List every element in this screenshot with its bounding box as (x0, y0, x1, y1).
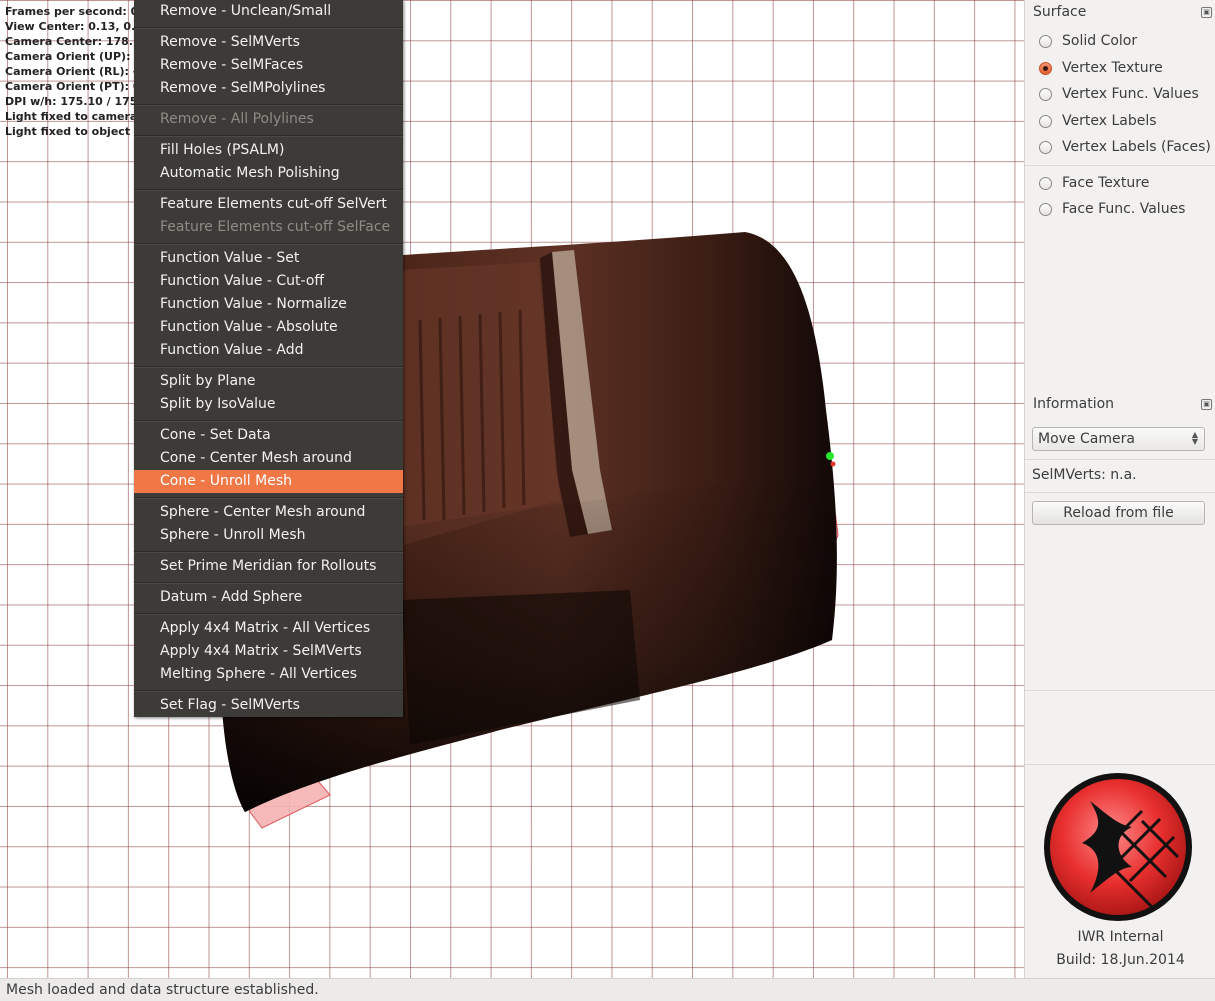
radio-label: Vertex Func. Values (1062, 86, 1199, 102)
menu-separator (134, 366, 403, 368)
overlay-line: Camera Center: 178.1 (5, 35, 141, 48)
menu-item-function-value-add[interactable]: Function Value - Add (134, 339, 403, 362)
menu-separator (134, 613, 403, 615)
menu-item-remove-selmpolylines[interactable]: Remove - SelMPolylines (134, 77, 403, 100)
overlay-line: Camera Orient (PT): 0 (5, 80, 141, 93)
radio-face-texture[interactable]: Face Texture (1039, 173, 1149, 193)
menu-item-function-value-absolute[interactable]: Function Value - Absolute (134, 316, 403, 339)
radio-label: Vertex Labels (1062, 113, 1157, 129)
menu-item-cone-center-mesh[interactable]: Cone - Center Mesh around (134, 447, 403, 470)
radio-indicator[interactable] (1039, 202, 1052, 216)
information-dock-title: Information (1033, 396, 1115, 412)
status-bar: Mesh loaded and data structure establish… (0, 978, 1215, 1000)
radio-vertex-texture[interactable]: Vertex Texture (1039, 58, 1163, 78)
camera-info-overlay: Frames per second: 0. View Center: 0.13,… (5, 4, 150, 139)
menu-item-set-prime-meridian[interactable]: Set Prime Meridian for Rollouts (134, 555, 403, 578)
menu-item-remove-all-polylines: Remove - All Polylines (160, 111, 314, 127)
radio-label: Vertex Labels (Faces) (1062, 139, 1211, 155)
menu-item-sphere-unroll-mesh[interactable]: Sphere - Unroll Mesh (134, 524, 403, 547)
mode-select[interactable]: Move Camera ▲ ▼ (1032, 427, 1205, 451)
radio-label: Face Texture (1062, 175, 1150, 191)
menu-item-apply-matrix-all[interactable]: Apply 4x4 Matrix - All Vertices (134, 617, 403, 640)
divider (1025, 459, 1215, 460)
menu-item-apply-matrix-selmverts[interactable]: Apply 4x4 Matrix - SelMVerts (134, 640, 403, 663)
menu-item-feature-cutoff-selface: Feature Elements cut-off SelFace (160, 219, 391, 235)
menu-separator (134, 189, 403, 191)
menu-item-sphere-center-mesh[interactable]: Sphere - Center Mesh around (134, 501, 403, 524)
menu-item-cone-unroll-mesh[interactable]: Cone - Unroll Mesh (134, 470, 403, 493)
radio-indicator[interactable] (1039, 114, 1052, 128)
menu-separator (134, 690, 403, 692)
menu-separator (134, 497, 403, 499)
updown-arrows-icon: ▲ ▼ (1191, 430, 1198, 446)
divider (1025, 690, 1215, 691)
radio-indicator[interactable] (1039, 34, 1052, 48)
menu-separator (134, 582, 403, 584)
menu-item-feature-cutoff-selvert[interactable]: Feature Elements cut-off SelVert (134, 193, 403, 216)
radio-indicator[interactable] (1039, 87, 1052, 101)
status-message: Mesh loaded and data structure establish… (6, 982, 319, 998)
menu-item-remove-selmverts[interactable]: Remove - SelMVerts (134, 31, 403, 54)
reload-from-file-button[interactable]: Reload from file (1032, 501, 1205, 525)
radio-face-func-values[interactable]: Face Func. Values (1039, 199, 1185, 219)
app-build-date: Build: 18.Jun.2014 (1056, 952, 1185, 968)
radio-vertex-labels[interactable]: Vertex Labels (1039, 111, 1157, 131)
right-dock-panel: Surface ▣ Solid Color Vertex Texture Ver… (1024, 0, 1215, 978)
menu-separator (134, 420, 403, 422)
surface-float-icon[interactable]: ▣ (1201, 7, 1212, 18)
surface-dock-title: Surface (1033, 4, 1087, 20)
menu-separator (134, 135, 403, 137)
menu-separator (134, 243, 403, 245)
menu-item-datum-add-sphere[interactable]: Datum - Add Sphere (134, 586, 403, 609)
radio-label: Vertex Texture (1062, 60, 1163, 76)
gigamesh-logo-icon (1044, 773, 1192, 921)
radio-indicator[interactable] (1039, 140, 1052, 154)
context-menu: Remove - Unclean/Small Remove - SelMVert… (134, 0, 403, 717)
overlay-line: Camera Orient (UP): 0 (5, 50, 142, 63)
menu-separator (134, 104, 403, 106)
divider (1025, 492, 1215, 493)
menu-item-function-value-set[interactable]: Function Value - Set (134, 247, 403, 270)
3d-viewport[interactable]: Frames per second: 0. View Center: 0.13,… (0, 0, 1024, 978)
menu-item-automatic-mesh-polishing[interactable]: Automatic Mesh Polishing (134, 162, 403, 185)
information-float-icon[interactable]: ▣ (1201, 399, 1212, 410)
radio-solid-color[interactable]: Solid Color (1039, 31, 1137, 51)
radio-indicator[interactable] (1039, 176, 1052, 190)
overlay-line: Camera Orient (RL): -0 (5, 65, 146, 78)
radio-label: Face Func. Values (1062, 201, 1186, 217)
menu-item-function-value-normalize[interactable]: Function Value - Normalize (134, 293, 403, 316)
selected-vertex-marker (826, 452, 834, 460)
radio-vertex-func-values[interactable]: Vertex Func. Values (1039, 84, 1199, 104)
vertex-marker-red (830, 461, 836, 467)
mode-select-value: Move Camera (1038, 431, 1135, 447)
menu-item-split-by-plane[interactable]: Split by Plane (134, 370, 403, 393)
overlay-line: View Center: 0.13, 0. (5, 20, 136, 33)
radio-label: Solid Color (1062, 33, 1138, 49)
radio-vertex-labels-faces[interactable]: Vertex Labels (Faces) (1039, 137, 1211, 157)
radio-indicator-checked[interactable] (1039, 61, 1052, 75)
divider (1025, 165, 1215, 166)
menu-item-function-value-cutoff[interactable]: Function Value - Cut-off (134, 270, 403, 293)
menu-item-melting-sphere[interactable]: Melting Sphere - All Vertices (134, 663, 403, 686)
menu-item-split-by-isovalue[interactable]: Split by IsoValue (134, 393, 403, 416)
divider (1025, 764, 1215, 765)
overlay-line: Light fixed to object - T (5, 125, 150, 138)
overlay-line: DPI w/h: 175.10 / 175. (5, 95, 142, 108)
app-version-name: IWR Internal (1077, 929, 1164, 945)
menu-item-remove-unclean-small[interactable]: Remove - Unclean/Small (134, 0, 403, 23)
overlay-line: Light fixed to camera - (5, 110, 146, 123)
menu-item-set-flag-selmverts[interactable]: Set Flag - SelMVerts (134, 694, 403, 717)
menu-item-cone-set-data[interactable]: Cone - Set Data (134, 424, 403, 447)
menu-item-remove-selmfaces[interactable]: Remove - SelMFaces (134, 54, 403, 77)
overlay-line: Frames per second: 0. (5, 5, 143, 18)
menu-separator (134, 551, 403, 553)
mesh-lower-dark (402, 590, 640, 745)
menu-item-fill-holes[interactable]: Fill Holes (PSALM) (134, 139, 403, 162)
selmverts-info: SelMVerts: n.a. (1032, 467, 1137, 483)
menu-separator (134, 27, 403, 29)
